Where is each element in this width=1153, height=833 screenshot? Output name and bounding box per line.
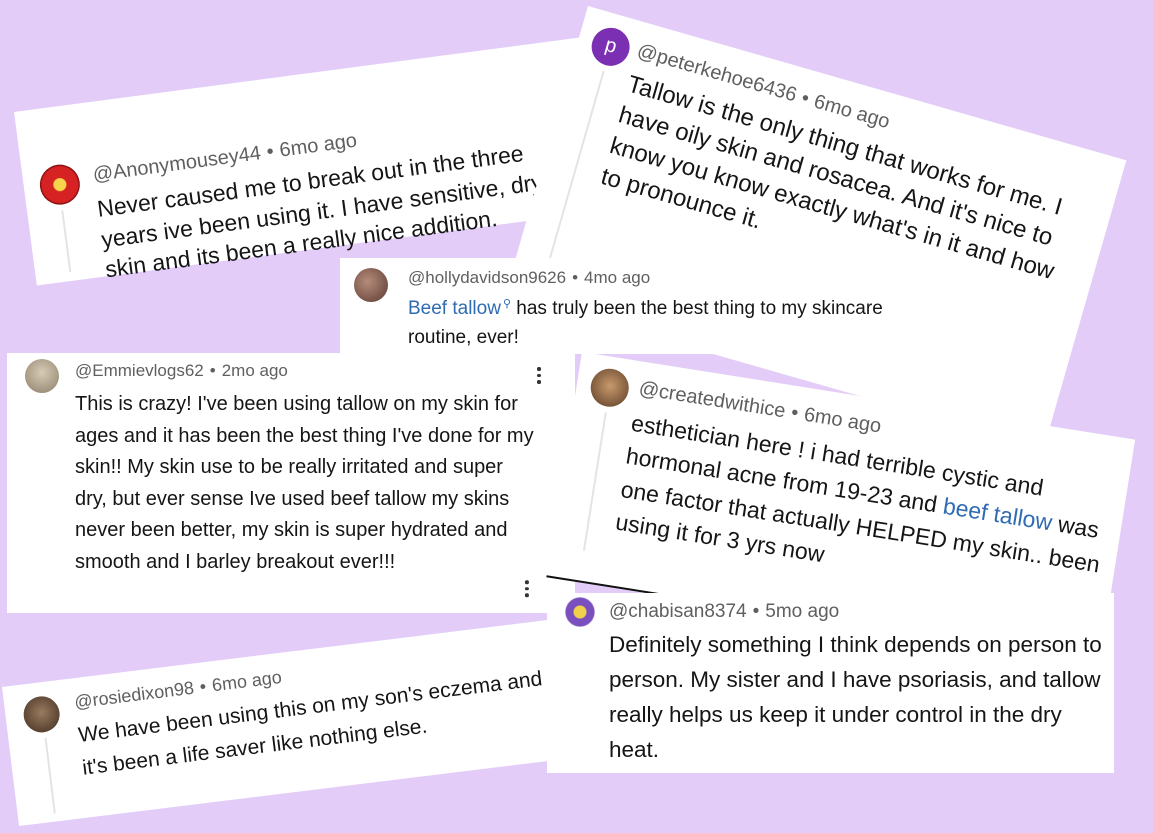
comment-text: We have been using this on my son's ecze… — [77, 667, 544, 780]
comment-card-emmievlogs: @Emmievlogs62 • 2mo ago This is crazy! I'v… — [7, 353, 575, 613]
comment-time: 6mo ago — [278, 129, 359, 162]
comment-meta: @hollydavidson9626 • 4mo ago — [408, 268, 651, 287]
avatar-photo — [21, 694, 62, 735]
comment-handle[interactable]: @hollydavidson9626 — [408, 268, 566, 287]
comment-time: 2mo ago — [221, 361, 288, 380]
avatar-photo — [354, 268, 388, 302]
comment-card-chabisan: @chabisan8374 • 5mo ago Definitely somethi… — [547, 593, 1114, 773]
flower-avatar-icon — [37, 162, 83, 208]
comment-text: Definitely something I think depends on … — [609, 632, 1102, 763]
collage-background: { "comments": [ {"id":"anonymousey", "ha… — [0, 0, 1153, 833]
comment-time: 5mo ago — [765, 601, 840, 622]
comment-time: 4mo ago — [584, 268, 651, 287]
thread-line — [582, 412, 607, 551]
comment-time: 6mo ago — [210, 666, 283, 696]
comment-meta: @Emmievlogs62 • 2mo ago — [75, 361, 288, 380]
comment-handle[interactable]: @chabisan8374 — [609, 601, 747, 622]
beef-tallow-link[interactable]: Beef tallow — [408, 298, 501, 319]
avatar-photo — [25, 359, 59, 393]
comment-card-hollydavidson: @hollydavidson9626 • 4mo ago Beef tallow ⚲ … — [340, 258, 906, 354]
comment-text: esthetician here ! i had terrible cystic… — [613, 407, 1118, 615]
more-options-icon[interactable] — [524, 580, 530, 597]
more-options-icon[interactable] — [536, 367, 542, 384]
comment-text: Beef tallow ⚲ has truly been the best thi… — [408, 294, 888, 353]
flower-avatar-icon — [565, 597, 595, 627]
comment-meta: @chabisan8374 • 5mo ago — [609, 601, 840, 622]
thread-line — [44, 737, 56, 814]
comment-time: 6mo ago — [802, 403, 883, 438]
comment-card-rosiedixon: @rosiedixon98 • 6mo ago We have been using… — [2, 580, 575, 826]
avatar-letter-icon: p — [587, 23, 635, 71]
avatar-photo — [588, 366, 632, 410]
search-icon[interactable]: ⚲ — [503, 298, 511, 310]
thread-line — [61, 210, 72, 273]
comment-handle[interactable]: @Emmievlogs62 — [75, 361, 204, 380]
comment-text: This is crazy! I've been using tallow on… — [75, 393, 534, 573]
